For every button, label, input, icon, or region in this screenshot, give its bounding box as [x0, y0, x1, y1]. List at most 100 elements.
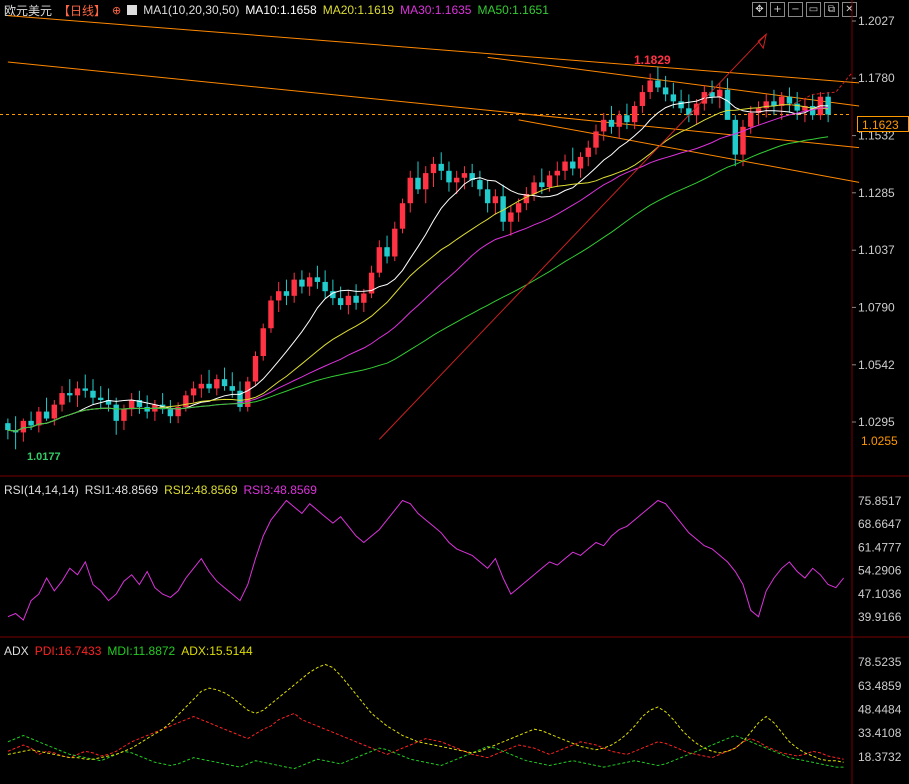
candle-body	[415, 177, 421, 190]
candle-body	[624, 115, 630, 123]
price-tick-label: 1.1285	[858, 186, 895, 200]
candle-body	[337, 298, 344, 306]
candle-body	[206, 383, 212, 389]
candle-body	[20, 420, 27, 433]
price-tick-label: 1.0542	[858, 358, 895, 372]
candle-body	[113, 404, 119, 421]
candle-body	[59, 393, 65, 405]
candle-body	[67, 393, 73, 396]
rsi-tick-label: 75.8517	[858, 494, 902, 508]
candle-body	[616, 115, 622, 127]
candle-body	[717, 89, 723, 97]
candle-body	[423, 173, 429, 190]
candle-body	[477, 180, 483, 190]
adx-tick-label: 78.5235	[858, 655, 902, 669]
candle-body	[407, 177, 413, 204]
rsi-line	[7, 499, 844, 621]
candle-body	[384, 247, 390, 257]
pdi-line	[7, 712, 844, 760]
candle-body	[5, 423, 11, 431]
mdi-value: MDI:11.8872	[107, 644, 176, 658]
candle-body	[82, 388, 88, 391]
candle-body	[794, 103, 800, 111]
price-tick-label: 1.1037	[858, 243, 895, 257]
candle-body	[353, 295, 359, 303]
candle-body	[461, 173, 468, 178]
chart-window: 欧元美元 【日线】 ⊕ MA1(10,20,30,50) MA10:1.1658…	[0, 0, 909, 784]
candle-body	[252, 356, 259, 382]
candle-body	[655, 80, 661, 88]
pdi-value: PDI:16.7433	[34, 644, 102, 658]
candle-body	[74, 388, 81, 396]
candle-body	[361, 293, 367, 303]
rsi-tick-label: 68.6647	[858, 517, 902, 531]
candle-body	[631, 105, 638, 123]
candle-body	[763, 101, 769, 109]
low-price-tag: 1.0255	[857, 433, 909, 449]
candle-body	[144, 406, 150, 412]
rsi-tick-label: 47.1036	[858, 587, 902, 601]
candle-body	[43, 411, 50, 419]
candle-body	[430, 163, 437, 174]
adx-title[interactable]: ADX	[4, 644, 29, 658]
ma10-line	[7, 96, 829, 432]
candle-body	[732, 119, 738, 155]
candle-body	[786, 96, 793, 104]
high-annotation: 1.1829	[634, 53, 671, 67]
candle-body	[554, 170, 560, 176]
candle-body	[392, 228, 398, 257]
candle-body	[198, 383, 205, 389]
candle-body	[214, 379, 220, 389]
candle-body	[291, 279, 297, 296]
candle-body	[306, 277, 313, 287]
mdi-line	[7, 734, 844, 770]
candle-body	[28, 420, 34, 426]
candle-body	[121, 409, 127, 421]
candle-body	[345, 295, 352, 306]
candle-body	[90, 390, 96, 398]
candle-body	[585, 147, 591, 157]
candle-body	[531, 182, 537, 194]
candle-body	[98, 397, 104, 401]
candle-body	[276, 291, 282, 301]
candle-body	[686, 108, 692, 116]
candle-body	[562, 161, 568, 171]
candle-body	[167, 409, 174, 417]
candle-body	[268, 300, 274, 329]
candle-body	[724, 89, 731, 120]
candle-body	[647, 80, 653, 93]
price-tick-label: 1.1780	[858, 71, 895, 85]
candle-body	[190, 388, 197, 396]
candle-body	[492, 196, 499, 204]
candle-body	[446, 170, 452, 183]
candle-body	[314, 277, 321, 282]
candle-body	[662, 87, 669, 95]
rsi-tick-label: 54.2906	[858, 564, 902, 578]
chart-canvas[interactable]: 1.20271.17801.15321.12851.10371.07901.05…	[0, 0, 909, 784]
candle-body	[260, 328, 266, 357]
rsi2-value: RSI2:48.8569	[164, 483, 238, 497]
candle-body	[577, 156, 584, 169]
candle-body	[322, 281, 328, 292]
adx-tick-label: 48.4484	[858, 702, 902, 716]
current-price-tag: 1.1623	[857, 116, 909, 132]
adx-tick-label: 63.4859	[858, 679, 902, 693]
ma30-line	[7, 107, 829, 432]
candle-body	[546, 175, 553, 188]
adx-tick-label: 33.4108	[858, 726, 902, 740]
candle-body	[508, 212, 514, 222]
candle-body	[229, 386, 235, 391]
candle-body	[748, 112, 754, 127]
candle-body	[484, 189, 491, 204]
candle-body	[299, 279, 305, 287]
rsi-tick-label: 39.9166	[858, 610, 902, 624]
candle-body	[453, 177, 460, 183]
candle-body	[678, 101, 684, 109]
price-tick-label: 1.2027	[858, 14, 895, 28]
trend-arrow-line	[378, 33, 767, 440]
rsi-tick-label: 61.4777	[858, 540, 902, 554]
rsi-title[interactable]: RSI(14,14,14)	[4, 483, 79, 497]
candle-body	[283, 291, 290, 296]
low-annotation: 1.0177	[27, 451, 61, 463]
candle-body	[670, 94, 677, 102]
